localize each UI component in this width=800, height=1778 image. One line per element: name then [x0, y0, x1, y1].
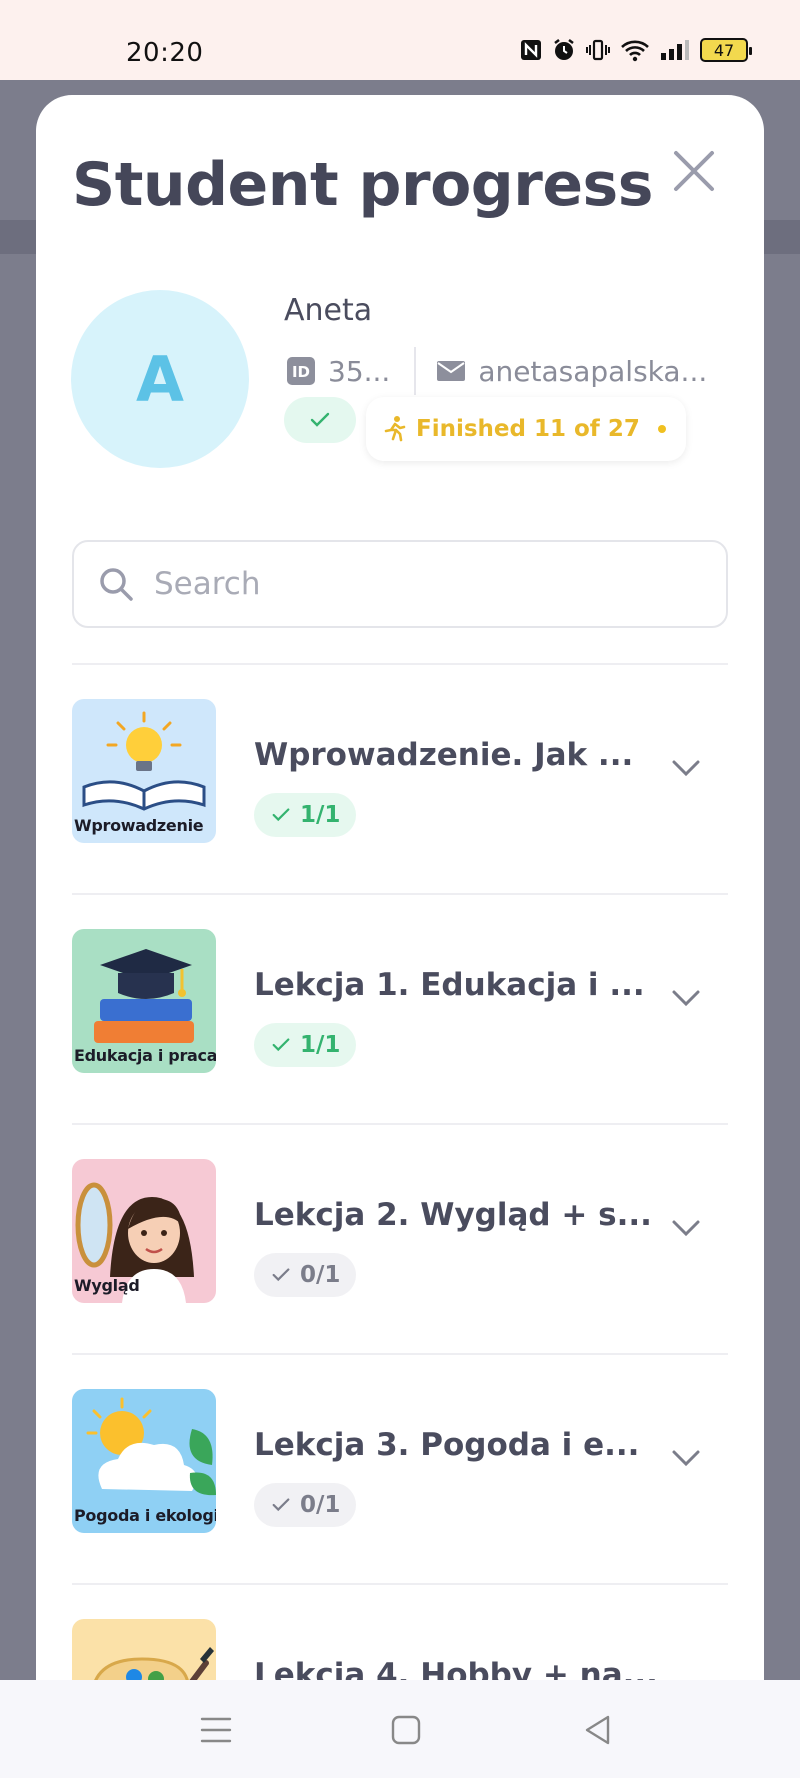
list-item[interactable]: Wprowadzenie Wprowadzenie. Jak ... 1/1 — [72, 663, 728, 893]
check-icon — [272, 808, 290, 822]
nfc-icon — [521, 40, 541, 60]
student-id: 35... — [328, 354, 391, 388]
lesson-title: Lekcja 1. Edukacja i ... — [254, 967, 645, 1003]
chevron-down-icon[interactable] — [668, 1443, 704, 1473]
meta-divider — [414, 347, 417, 395]
navigation-bar — [0, 1680, 800, 1778]
check-icon — [272, 1498, 290, 1512]
progress-badge: 0/1 — [254, 1483, 357, 1527]
vibrate-icon — [586, 39, 610, 61]
back-icon[interactable] — [578, 1710, 618, 1750]
progress-badge: 1/1 — [254, 793, 357, 837]
lesson-thumbnail: Wygląd — [72, 1159, 216, 1303]
chevron-down-icon[interactable] — [668, 753, 704, 783]
id-icon: ID — [287, 357, 315, 385]
lesson-thumbnail: Edukacja i praca — [72, 929, 216, 1073]
thumb-caption: Wygląd — [74, 1276, 140, 1295]
lesson-title: Lekcja 2. Wygląd + s... — [254, 1197, 652, 1233]
progress-value: 1/1 — [300, 1032, 341, 1058]
lesson-thumbnail: Pogoda i ekologia — [72, 1389, 216, 1533]
chevron-down-icon[interactable] — [668, 1213, 704, 1243]
battery-icon: 47 — [700, 38, 752, 62]
completed-badge — [284, 397, 356, 443]
check-icon — [310, 412, 330, 427]
running-person-icon — [384, 416, 406, 442]
check-icon — [272, 1268, 290, 1282]
progress-badge: 0/1 — [254, 1253, 357, 1297]
list-item[interactable]: Wygląd Lekcja 2. Wygląd + s... 0/1 — [72, 1123, 728, 1353]
progress-value: 0/1 — [300, 1262, 341, 1288]
lesson-title: Lekcja 3. Pogoda i e... — [254, 1427, 640, 1463]
mail-icon — [437, 361, 466, 381]
home-icon[interactable] — [386, 1710, 426, 1750]
status-bar: 20:20 47 — [0, 0, 800, 80]
student-progress-sheet: Student progress A Aneta ID 35... anetas… — [36, 95, 764, 1778]
wifi-icon — [621, 40, 649, 62]
svg-text:ID: ID — [292, 363, 310, 381]
search-icon — [100, 568, 133, 601]
avatar: A — [71, 290, 249, 468]
status-time: 20:20 — [126, 38, 204, 68]
thumb-caption: Edukacja i praca — [74, 1046, 216, 1065]
student-name: Aneta — [284, 293, 373, 328]
search-bar[interactable] — [72, 540, 728, 628]
lesson-thumbnail: Wprowadzenie — [72, 699, 216, 843]
page-title: Student progress — [72, 150, 653, 220]
progress-value: 1/1 — [300, 802, 341, 828]
finished-badge[interactable]: Finished 11 of 27 — [366, 397, 686, 461]
lesson-title: Wprowadzenie. Jak ... — [254, 737, 634, 773]
search-input[interactable] — [154, 566, 714, 602]
thumb-caption: Pogoda i ekologia — [74, 1506, 216, 1525]
progress-badge: 1/1 — [254, 1023, 357, 1067]
alarm-icon — [554, 39, 574, 60]
avatar-initial: A — [136, 342, 184, 416]
status-dot — [658, 425, 666, 433]
finished-label: Finished 11 of 27 — [416, 416, 640, 442]
student-email: anetasapalska... — [478, 354, 708, 388]
thumb-caption: Wprowadzenie — [74, 816, 204, 835]
check-icon — [272, 1038, 290, 1052]
student-meta: ID 35... anetasapalska... — [286, 347, 707, 395]
signal-icon — [661, 40, 689, 60]
menu-icon[interactable] — [196, 1710, 236, 1750]
list-item[interactable]: Pogoda i ekologia Lekcja 3. Pogoda i e..… — [72, 1353, 728, 1583]
lesson-list: Wprowadzenie Wprowadzenie. Jak ... 1/1 E… — [72, 663, 728, 1778]
status-icons: 47 — [520, 38, 752, 62]
battery-level: 47 — [713, 40, 735, 60]
chevron-down-icon[interactable] — [668, 983, 704, 1013]
close-button[interactable] — [666, 143, 722, 199]
progress-value: 0/1 — [300, 1492, 341, 1518]
list-item[interactable]: Edukacja i praca Lekcja 1. Edukacja i ..… — [72, 893, 728, 1123]
close-icon[interactable] — [666, 143, 722, 199]
